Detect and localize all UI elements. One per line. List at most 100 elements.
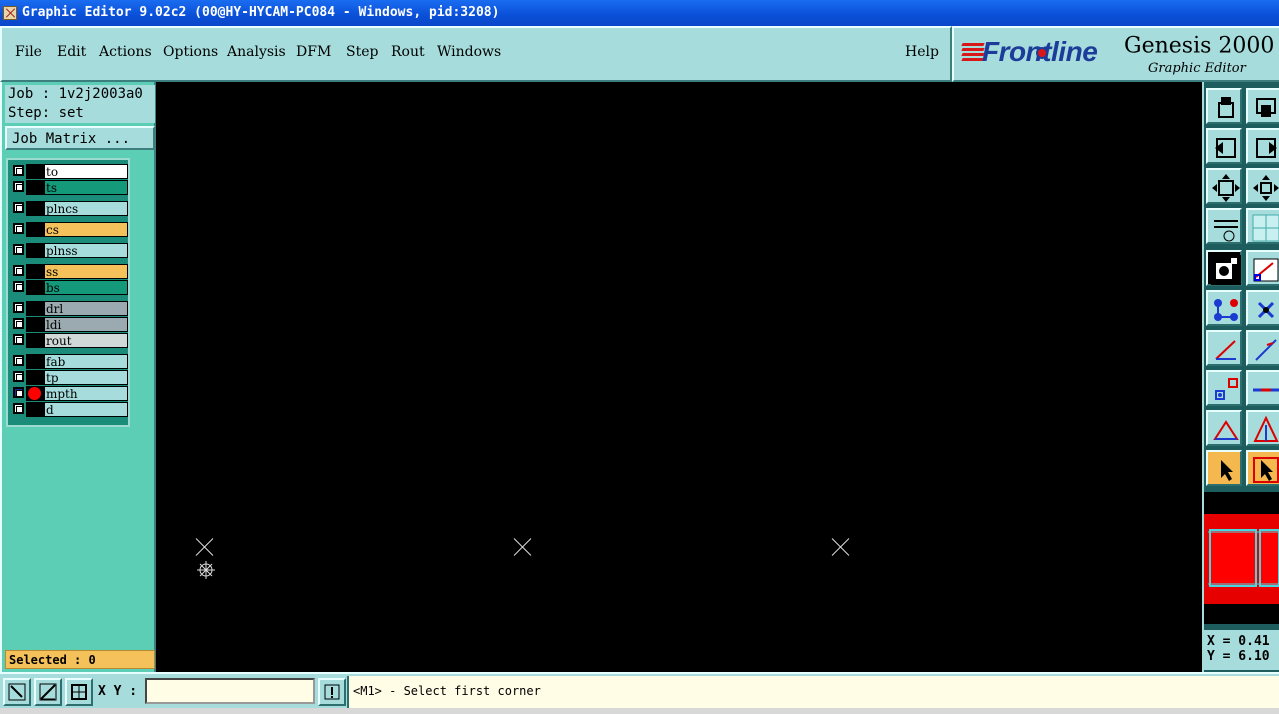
layer-row-fab[interactable]: fab [10, 354, 128, 369]
layer-name[interactable]: bs [44, 280, 128, 295]
triangle-button[interactable] [1206, 410, 1242, 446]
layer-row-drl[interactable]: drl [10, 301, 128, 316]
layer-checkbox[interactable] [13, 181, 24, 192]
menu-file[interactable]: File [15, 44, 42, 60]
layer-checkbox[interactable] [13, 371, 24, 382]
layer-name[interactable]: plnss [44, 243, 128, 258]
layer-row-d[interactable]: d [10, 402, 128, 417]
layer-color-swatch[interactable] [26, 201, 44, 216]
select-box-button[interactable] [1246, 450, 1279, 486]
menu-options[interactable]: Options [163, 44, 218, 60]
layer-row-ts[interactable]: ts [10, 180, 128, 195]
layer-checkbox[interactable] [13, 302, 24, 313]
line-button[interactable] [1246, 330, 1279, 366]
layer-name[interactable]: mpth [44, 386, 128, 401]
layer-name[interactable]: fab [44, 354, 128, 369]
grid-snap-button[interactable] [65, 678, 93, 706]
alert-button[interactable] [318, 678, 346, 706]
layer-color-swatch[interactable] [26, 164, 44, 179]
layer-checkbox[interactable] [13, 223, 24, 234]
move-button[interactable] [1206, 370, 1242, 406]
layer-checkbox[interactable] [13, 244, 24, 255]
layer-row-ss[interactable]: ss [10, 264, 128, 279]
zoom-right-button[interactable] [1246, 128, 1279, 164]
layer-name[interactable]: plncs [44, 201, 128, 216]
zoom-fit-icon [1212, 174, 1240, 202]
grid-button[interactable] [1246, 208, 1279, 244]
layer-name[interactable]: ldi [44, 317, 128, 332]
layer-checkbox[interactable] [13, 334, 24, 345]
layer-checkbox[interactable] [13, 202, 24, 213]
overview-preview[interactable] [1204, 492, 1279, 624]
tools-button[interactable] [1206, 208, 1242, 244]
layer-row-plnss[interactable]: plnss [10, 243, 128, 258]
zoom-center-button[interactable] [1246, 168, 1279, 204]
menu-rout[interactable]: Rout [391, 44, 425, 60]
measure-button[interactable] [1246, 370, 1279, 406]
layer-checkbox[interactable] [13, 403, 24, 414]
layer-color-swatch[interactable] [26, 301, 44, 316]
layer-row-mpth[interactable]: mpth [10, 386, 128, 401]
menu-windows[interactable]: Windows [437, 44, 501, 60]
layer-panel: Job : 1v2j2003a0 Step: set Job Matrix ..… [0, 82, 156, 672]
layer-checkbox[interactable] [13, 387, 24, 398]
layer-checkbox[interactable] [13, 281, 24, 292]
menu-analysis[interactable]: Analysis [227, 44, 286, 60]
layer-row-tp[interactable]: tp [10, 370, 128, 385]
layer-color-swatch[interactable] [26, 264, 44, 279]
layer-color-swatch[interactable] [26, 402, 44, 417]
zoom-left-icon [1215, 138, 1236, 158]
layer-row-plncs[interactable]: plncs [10, 201, 128, 216]
menu-dfm[interactable]: DFM [296, 44, 331, 60]
layer-name[interactable]: ss [44, 264, 128, 279]
layer-color-swatch[interactable] [26, 354, 44, 369]
layer-color-swatch[interactable] [26, 280, 44, 295]
layer-name[interactable]: d [44, 402, 128, 417]
zoom-left-button[interactable] [1206, 128, 1242, 164]
layer-row-rout[interactable]: rout [10, 333, 128, 348]
zoom-back-button[interactable] [1246, 88, 1279, 124]
angle-button[interactable] [34, 678, 62, 706]
layer-row-cs[interactable]: cs [10, 222, 128, 237]
layer-checkbox[interactable] [13, 355, 24, 366]
layer-row-bs[interactable]: bs [10, 280, 128, 295]
job-label: Job : 1v2j2003a0 [5, 85, 155, 104]
layer-color-swatch[interactable] [26, 243, 44, 258]
connect-button[interactable] [1206, 290, 1242, 326]
layer-name[interactable]: drl [44, 301, 128, 316]
layer-name[interactable]: ts [44, 180, 128, 195]
cross-button[interactable] [1246, 290, 1279, 326]
xy-input[interactable] [145, 678, 315, 704]
layer-color-swatch[interactable] [26, 370, 44, 385]
logo-stripes-icon [961, 43, 985, 65]
angle-icon [1215, 340, 1236, 360]
layer-color-swatch[interactable] [26, 222, 44, 237]
job-matrix-button[interactable]: Job Matrix ... [5, 126, 155, 150]
snap-icon [1211, 255, 1241, 285]
layer-row-to[interactable]: to [10, 164, 128, 179]
menu-step[interactable]: Step [346, 44, 378, 60]
layer-name[interactable]: tp [44, 370, 128, 385]
menu-help[interactable]: Help [905, 44, 939, 60]
angle-button[interactable] [1206, 330, 1242, 366]
layer-color-swatch[interactable] [26, 333, 44, 348]
layer-color-swatch[interactable] [26, 180, 44, 195]
zoom-line-button[interactable] [3, 678, 31, 706]
layer-checkbox[interactable] [13, 165, 24, 176]
layer-name[interactable]: cs [44, 222, 128, 237]
layer-name[interactable]: rout [44, 333, 128, 348]
zoom-fit-button[interactable] [1206, 168, 1242, 204]
triangle-arrow-button[interactable] [1246, 410, 1279, 446]
layer-color-swatch[interactable] [26, 317, 44, 332]
graphic-canvas[interactable] [156, 82, 1202, 672]
layer-row-ldi[interactable]: ldi [10, 317, 128, 332]
select-button[interactable] [1206, 450, 1242, 486]
menu-edit[interactable]: Edit [57, 44, 86, 60]
menu-actions[interactable]: Actions [99, 44, 152, 60]
zoom-home-button[interactable] [1206, 88, 1242, 124]
layer-name[interactable]: to [44, 164, 128, 179]
corner-snap-button[interactable] [1246, 250, 1279, 286]
layer-checkbox[interactable] [13, 265, 24, 276]
layer-checkbox[interactable] [13, 318, 24, 329]
snap-button[interactable] [1206, 250, 1242, 286]
